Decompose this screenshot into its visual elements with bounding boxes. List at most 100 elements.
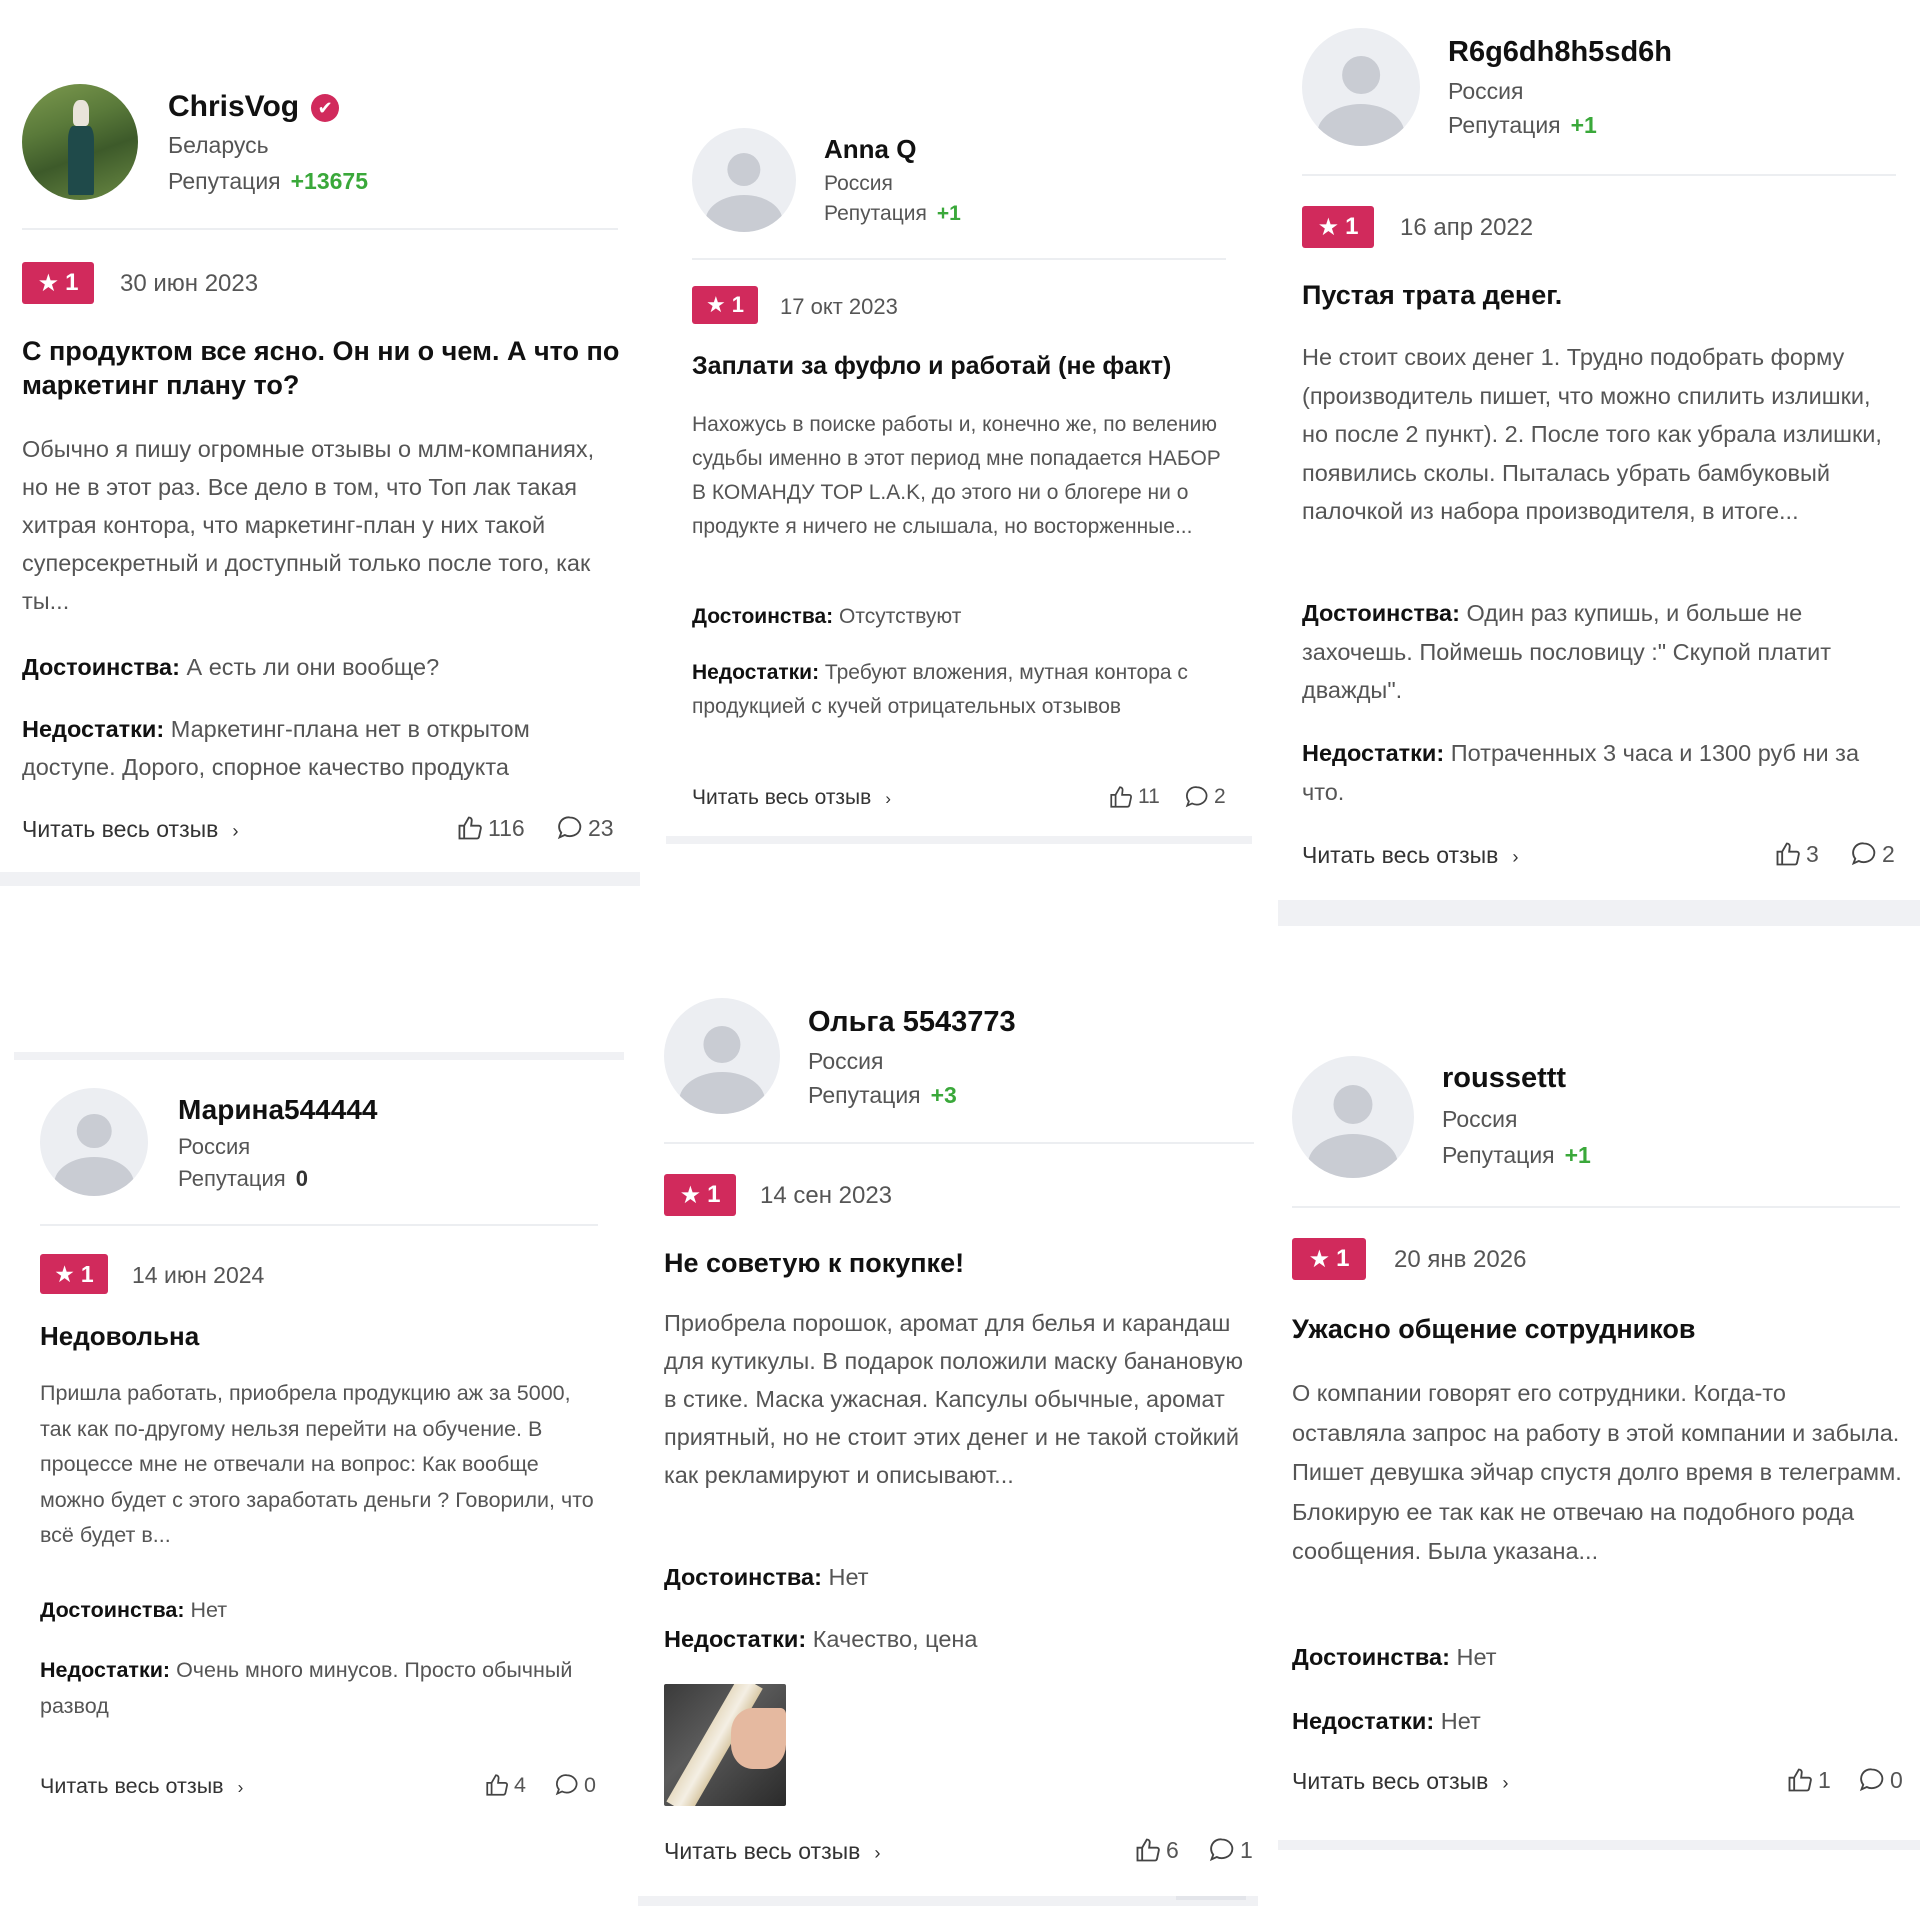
star-icon: ★ — [706, 292, 726, 317]
like-button[interactable]: 6 — [1134, 1836, 1179, 1864]
user-reputation: Репутация +1 — [824, 202, 961, 225]
comment-button[interactable]: 2 — [1850, 840, 1895, 868]
star-icon: ★ — [1308, 1245, 1331, 1273]
like-button[interactable]: 3 — [1774, 840, 1819, 868]
comment-button[interactable]: 2 — [1184, 784, 1226, 810]
review-card: ChrisVog ✔ Беларусь Репутация +13675 ★ 1 30… — [0, 0, 640, 870]
review-cons: Недостатки: Качество, цена — [664, 1626, 978, 1652]
star-icon: ★ — [54, 1260, 75, 1287]
like-button[interactable]: 1 — [1786, 1766, 1831, 1794]
read-more-link[interactable]: Читать весь отзыв › — [692, 786, 891, 810]
user-country: Россия — [1442, 1106, 1518, 1132]
read-more-link[interactable]: Читать весь отзыв › — [1302, 842, 1519, 869]
read-more-link[interactable]: Читать весь отзыв › — [22, 816, 239, 843]
user-reputation: Репутация +1 — [1442, 1142, 1591, 1168]
review-card: Anna Q Россия Репутация +1 ★ 1 17 окт 2023… — [666, 0, 1252, 834]
divider — [1292, 1206, 1900, 1208]
username[interactable]: R6g6dh8h5sd6h — [1448, 36, 1672, 69]
chevron-right-icon: › — [885, 789, 891, 808]
thumbs-up-icon — [1788, 1768, 1812, 1792]
username[interactable]: Anna Q — [824, 134, 916, 165]
read-more-link[interactable]: Читать весь отзыв › — [664, 1838, 881, 1865]
review-text: Не стоит своих денег 1. Трудно подобрать… — [1302, 344, 1882, 524]
comment-button[interactable]: 0 — [1858, 1766, 1903, 1794]
review-title[interactable]: Не советую к покупке! — [664, 1246, 1244, 1280]
separator-bar — [666, 836, 1252, 844]
divider — [692, 258, 1226, 260]
comment-icon — [555, 1774, 578, 1796]
rating-badge: ★ 1 — [40, 1254, 108, 1294]
review-photo[interactable] — [664, 1684, 786, 1806]
rating-badge: ★ 1 — [664, 1174, 736, 1216]
chevron-right-icon: › — [232, 820, 239, 841]
review-pros: Достоинства: Отсутствуют — [692, 605, 962, 628]
comment-icon — [557, 816, 582, 840]
review-pros: Достоинства: Один раз купишь, и больше н… — [1302, 600, 1831, 703]
star-icon: ★ — [37, 269, 60, 297]
divider — [664, 1142, 1254, 1144]
thumbs-up-icon — [1776, 842, 1800, 866]
separator-bar — [1278, 1840, 1920, 1850]
rating-badge: ★ 1 — [1302, 206, 1374, 248]
review-text: О компании говорят его сотрудники. Когда… — [1292, 1380, 1902, 1564]
read-more-link[interactable]: Читать весь отзыв › — [40, 1774, 243, 1799]
review-pros: Достоинства: Нет — [1292, 1644, 1497, 1670]
review-text: Нахожусь в поиске работы и, конечно же, … — [692, 413, 1221, 538]
username[interactable]: ChrisVog ✔ — [168, 90, 340, 124]
like-button[interactable]: 11 — [1108, 784, 1160, 810]
review-cons: Недостатки: Нет — [1292, 1708, 1481, 1734]
review-title[interactable]: Ужасно общение сотрудников — [1292, 1312, 1902, 1346]
user-reputation: Репутация +13675 — [168, 168, 369, 194]
like-button[interactable]: 4 — [484, 1772, 526, 1798]
user-country: Россия — [808, 1048, 884, 1074]
star-icon: ★ — [679, 1181, 702, 1209]
rating-badge: ★ 1 — [1292, 1238, 1366, 1280]
review-title[interactable]: Недовольна — [40, 1320, 600, 1352]
read-more-link[interactable]: Читать весь отзыв › — [1292, 1768, 1509, 1795]
review-card: Марина544444 Россия Репутация 0 ★ 1 14 июн… — [14, 1062, 624, 1832]
rating-badge: ★ 1 — [22, 262, 94, 304]
user-avatar[interactable] — [1292, 1056, 1414, 1178]
comment-button[interactable]: 0 — [554, 1772, 596, 1798]
divider — [1302, 174, 1896, 176]
comment-icon — [1209, 1838, 1234, 1862]
thumbs-up-icon — [1136, 1838, 1160, 1862]
review-title[interactable]: С продуктом все ясно. Он ни о чем. А что… — [22, 334, 622, 402]
thumbs-up-icon — [458, 816, 482, 840]
thumbs-up-icon — [486, 1774, 508, 1796]
user-avatar[interactable] — [664, 998, 780, 1114]
username[interactable]: Ольга 5543773 — [808, 1006, 1016, 1039]
comment-button[interactable]: 23 — [556, 814, 614, 842]
user-reputation: Репутация +1 — [1448, 112, 1597, 138]
review-cons: Недостатки: Очень много минусов. Просто … — [40, 1658, 573, 1718]
thumbs-up-icon — [1110, 786, 1132, 808]
user-country: Беларусь — [168, 132, 269, 158]
user-avatar[interactable] — [22, 84, 138, 200]
review-cons: Недостатки: Потраченных 3 часа и 1300 ру… — [1302, 740, 1860, 805]
like-button[interactable]: 116 — [456, 814, 525, 842]
comment-button[interactable]: 1 — [1208, 1836, 1253, 1864]
review-title[interactable]: Пустая трата денег. — [1302, 278, 1902, 312]
username[interactable]: Марина544444 — [178, 1094, 377, 1126]
chevron-right-icon: › — [237, 1777, 244, 1797]
user-avatar[interactable] — [692, 128, 796, 232]
review-title[interactable]: Заплати за фуфло и работай (не факт) — [692, 350, 1232, 382]
comment-icon — [1185, 786, 1208, 808]
chevron-right-icon: › — [874, 1842, 881, 1863]
review-card: R6g6dh8h5sd6h Россия Репутация +1 ★ 1 16 а… — [1278, 0, 1920, 900]
review-text: Приобрела порошок, аромат для белья и ка… — [664, 1310, 1244, 1488]
review-cons: Недостатки: Маркетинг-плана нет в открыт… — [22, 716, 530, 780]
review-date: 20 янв 2026 — [1394, 1246, 1527, 1273]
user-country: Россия — [824, 172, 893, 195]
review-card: Ольга 5543773 Россия Репутация +3 ★ 1 14 с… — [638, 970, 1258, 1896]
user-avatar[interactable] — [1302, 28, 1420, 146]
separator-bar — [638, 1896, 1258, 1906]
username[interactable]: roussettt — [1442, 1062, 1566, 1095]
review-date: 14 сен 2023 — [760, 1182, 893, 1209]
divider — [22, 228, 618, 230]
user-reputation: Репутация +3 — [808, 1082, 957, 1108]
comment-icon — [1859, 1768, 1884, 1792]
review-date: 16 апр 2022 — [1400, 214, 1534, 241]
user-avatar[interactable] — [40, 1088, 148, 1196]
review-pros: Достоинства: Нет — [664, 1564, 869, 1590]
